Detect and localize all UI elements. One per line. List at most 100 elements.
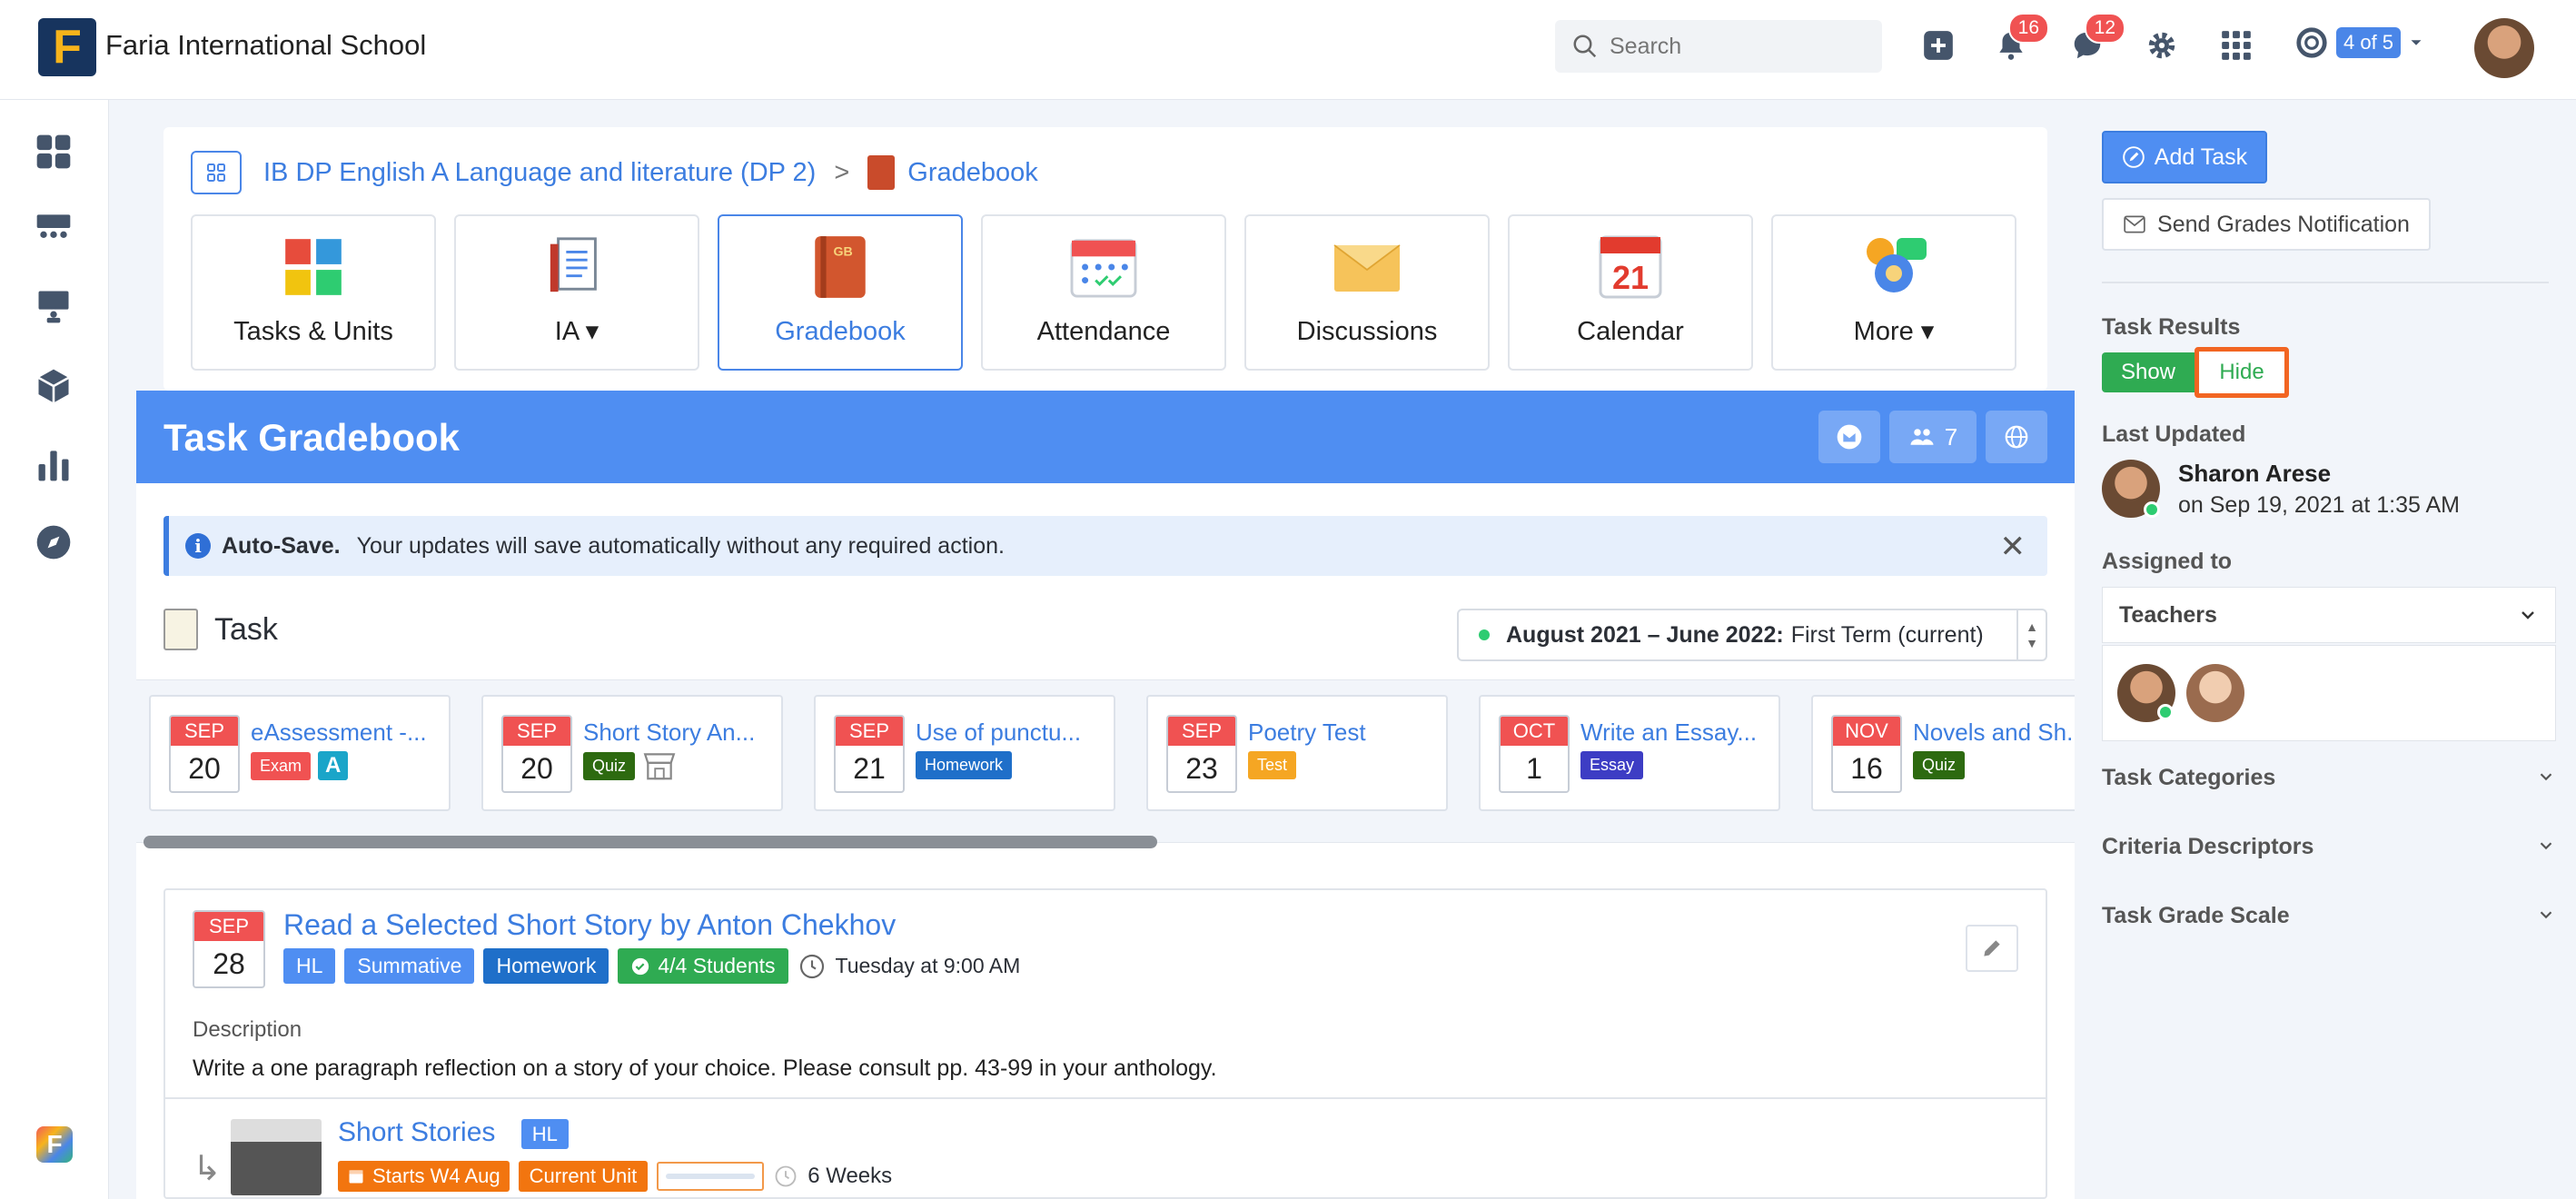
task-type-tag: Exam: [251, 751, 312, 780]
tile-label: Discussions: [1296, 317, 1438, 346]
chevron-down-icon[interactable]: ▼: [2026, 635, 2038, 651]
task-name[interactable]: Novels and Sh...: [1913, 718, 2075, 747]
globe-icon: [2005, 425, 2028, 449]
task-card[interactable]: SEP 20 Short Story An... Quiz: [481, 695, 783, 811]
hide-results-button[interactable]: Hide: [2195, 347, 2289, 398]
unit-start-pill: Starts W4 Aug: [338, 1161, 510, 1192]
edit-circle-icon: [2122, 146, 2145, 168]
svg-text:21: 21: [1612, 259, 1649, 296]
divider: [165, 1097, 2046, 1099]
task-name[interactable]: Poetry Test: [1248, 718, 1366, 747]
unit-duration: 6 Weeks: [807, 1164, 893, 1188]
task-categories-section[interactable]: Task Categories: [2102, 765, 2556, 791]
teachers-dropdown[interactable]: Teachers: [2102, 587, 2556, 643]
task-name[interactable]: Use of punctu...: [916, 718, 1081, 747]
grid-icon: [207, 164, 225, 182]
task-card[interactable]: SEP 23 Poetry Test Test: [1146, 695, 1448, 811]
task-detail-title[interactable]: Read a Selected Short Story by Anton Che…: [283, 908, 896, 942]
counter-pill: 4 of 5: [2336, 27, 2402, 58]
criteria-descriptors-section[interactable]: Criteria Descriptors: [2102, 834, 2556, 860]
messages-badge: 12: [2084, 13, 2125, 44]
school-name[interactable]: Faria International School: [105, 29, 426, 62]
clock-icon: [799, 954, 824, 978]
level-pill: HL: [283, 948, 336, 984]
send-grades-button[interactable]: Send Grades Notification: [2102, 198, 2431, 251]
date-day: 21: [853, 752, 886, 785]
task-card[interactable]: NOV 16 Novels and Sh... Quiz: [1811, 695, 2075, 811]
module-tiles: Tasks & Units IA ▾ GB Gradebook Attendan…: [191, 214, 2016, 371]
date-month: SEP: [1168, 717, 1235, 746]
task-carousel[interactable]: SEP 20 eAssessment -... Exam A SEP 20 Shor…: [136, 679, 2075, 843]
unit-thumbnail[interactable]: [231, 1119, 322, 1195]
task-name[interactable]: Short Story An...: [583, 718, 755, 747]
tile-calendar[interactable]: 21 Calendar: [1508, 214, 1753, 371]
check-circle-icon: [632, 957, 649, 975]
online-status-dot: [2144, 501, 2160, 518]
unit-name[interactable]: Short Stories HL: [338, 1117, 569, 1149]
faria-app-icon[interactable]: F: [36, 1126, 73, 1163]
current-unit-pill: Current Unit: [518, 1161, 649, 1192]
course-header: IB DP English A Language and literature …: [163, 127, 2047, 391]
breadcrumb-course-link[interactable]: IB DP English A Language and literature …: [263, 158, 816, 188]
right-panel: Add Task Send Grades Notification Task R…: [2075, 100, 2576, 1199]
teacher-avatar[interactable]: [2186, 664, 2244, 722]
add-button[interactable]: [1918, 25, 1958, 65]
chevron-up-icon[interactable]: ▲: [2026, 619, 2038, 635]
dashboard-icon: [36, 134, 71, 169]
cube-icon: [37, 369, 70, 403]
sidebar-classes[interactable]: [33, 207, 74, 249]
sidebar-dashboard[interactable]: [33, 131, 74, 173]
tile-tasks-units[interactable]: Tasks & Units: [191, 214, 436, 371]
tile-discussions[interactable]: Discussions: [1244, 214, 1490, 371]
criteria-descriptors-label: Criteria Descriptors: [2102, 834, 2314, 859]
messages-button[interactable]: 12: [2067, 13, 2125, 65]
apps-button[interactable]: [2216, 25, 2256, 65]
unit-name-text[interactable]: Short Stories: [338, 1117, 495, 1147]
close-icon[interactable]: ✕: [2000, 529, 2026, 565]
tile-attendance[interactable]: Attendance: [981, 214, 1226, 371]
task-name[interactable]: Write an Essay...: [1580, 718, 1757, 747]
term-stepper[interactable]: ▲ ▼: [2016, 610, 2046, 659]
grid-icon: [2222, 31, 2251, 60]
course-grid-button[interactable]: [191, 151, 242, 194]
divider: [2102, 282, 2549, 283]
task-card[interactable]: SEP 21 Use of punctu... Homework: [814, 695, 1115, 811]
globe-button[interactable]: [1986, 411, 2047, 463]
search-box[interactable]: [1555, 20, 1882, 73]
task-name[interactable]: eAssessment -...: [251, 718, 427, 747]
edit-button[interactable]: [1966, 925, 2018, 972]
search-icon: [1573, 35, 1597, 58]
date-day: 1: [1526, 752, 1542, 785]
school-logo[interactable]: F: [38, 18, 96, 76]
tile-gradebook[interactable]: GB Gradebook: [718, 214, 963, 371]
notifications-button[interactable]: 16: [1991, 13, 2049, 65]
calendar-icon: 21: [1594, 233, 1667, 301]
task-card[interactable]: SEP 20 eAssessment -... Exam A: [149, 695, 451, 811]
tile-label: More ▾: [1853, 317, 1935, 346]
show-results-button[interactable]: Show: [2102, 352, 2195, 392]
students-button[interactable]: 7: [1889, 411, 1977, 463]
message-button[interactable]: [1818, 411, 1880, 463]
store-icon: [643, 753, 676, 780]
user-avatar[interactable]: [2474, 18, 2534, 78]
task-grade-scale-section[interactable]: Task Grade Scale: [2102, 903, 2556, 929]
term-select[interactable]: August 2021 – June 2022: First Term (cur…: [1457, 609, 2047, 661]
search-input[interactable]: [1610, 33, 1873, 60]
sidebar-teaching[interactable]: [33, 285, 74, 327]
sidebar-reports[interactable]: [33, 443, 74, 485]
task-card[interactable]: OCT 1 Write an Essay... Essay: [1479, 695, 1780, 811]
add-task-button[interactable]: Add Task: [2102, 131, 2267, 183]
term-range: August 2021 – June 2022:: [1506, 621, 1784, 648]
settings-button[interactable]: [2142, 25, 2182, 65]
homework-pill: Homework: [483, 948, 609, 984]
envelope-icon: [1331, 233, 1403, 301]
help-counter[interactable]: 4 of 5: [2294, 25, 2426, 60]
tile-ia[interactable]: IA ▾: [454, 214, 699, 371]
carousel-scrollbar[interactable]: [144, 836, 1157, 848]
tile-more[interactable]: More ▾: [1771, 214, 2016, 371]
date-day: 28: [213, 947, 245, 980]
sidebar-resources[interactable]: [33, 365, 74, 407]
students-pill: 4/4 Students: [618, 948, 788, 984]
sidebar-explore[interactable]: [33, 521, 74, 563]
breadcrumb-current[interactable]: Gradebook: [907, 158, 1038, 188]
